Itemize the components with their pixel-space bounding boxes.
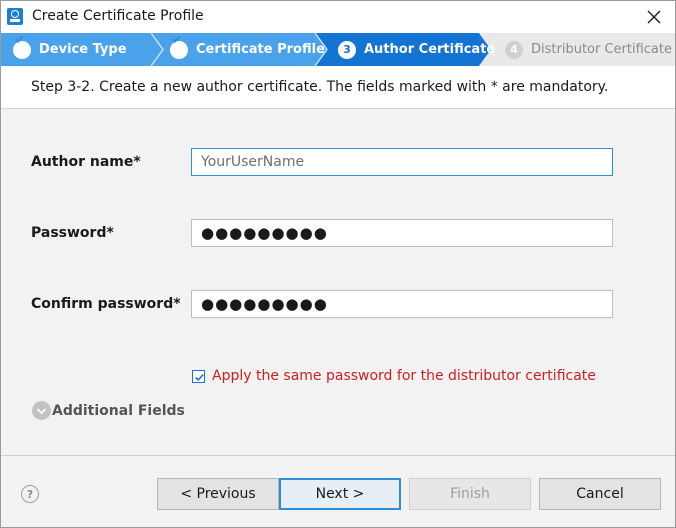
checkmark-circle-icon — [170, 35, 188, 59]
same-password-checkbox-label: Apply the same password for the distribu… — [212, 368, 596, 384]
wizard-step-device-type: Device Type — [13, 33, 127, 66]
close-icon — [647, 10, 661, 24]
same-password-checkbox[interactable] — [192, 369, 205, 383]
certificate-manager-icon — [7, 8, 23, 25]
help-circle-icon[interactable]: ? — [21, 485, 39, 503]
confirm-password-label: Confirm password* — [31, 296, 181, 312]
close-button[interactable] — [641, 4, 667, 30]
password-input[interactable] — [191, 219, 613, 247]
wizard-step-label: Author Certificate — [364, 42, 496, 57]
dialog-window: Create Certificate Profile Device Type C… — [0, 0, 676, 528]
checkmark-circle-icon — [13, 35, 31, 59]
window-title: Create Certificate Profile — [32, 8, 204, 24]
wizard-steps: Device Type Certificate Profile 3 Author… — [1, 33, 675, 66]
previous-button[interactable]: < Previous — [157, 478, 279, 510]
button-bar: ? < Previous Next > Finish Cancel — [1, 455, 675, 527]
checkmark-icon — [195, 373, 204, 381]
wizard-step-label: Certificate Profile — [196, 42, 325, 57]
finish-button: Finish — [409, 478, 531, 510]
confirm-password-input[interactable] — [191, 290, 613, 318]
additional-fields-toggle[interactable]: Additional Fields — [32, 401, 185, 420]
chevron-down-circle-icon — [32, 401, 51, 420]
form-area: Author name* Password* Confirm password*… — [1, 109, 675, 455]
wizard-step-label: Distributor Certificate — [531, 42, 672, 57]
wizard-step-label: Device Type — [39, 42, 127, 57]
wizard-step-certificate-profile: Certificate Profile — [170, 33, 325, 66]
author-name-label: Author name* — [31, 154, 141, 170]
wizard-step-author-certificate: 3 Author Certificate — [338, 33, 495, 66]
same-password-checkbox-row[interactable]: Apply the same password for the distribu… — [192, 368, 596, 384]
step-number-badge: 4 — [505, 40, 523, 59]
additional-fields-label: Additional Fields — [52, 402, 185, 419]
password-label: Password* — [31, 225, 114, 241]
next-button[interactable]: Next > — [279, 478, 401, 510]
instruction-text: Step 3-2. Create a new author certificat… — [31, 79, 609, 95]
wizard-step-distributor-certificate: 4 Distributor Certificate — [505, 33, 672, 66]
author-name-input[interactable] — [191, 148, 613, 176]
title-bar: Create Certificate Profile — [1, 1, 675, 33]
instruction-bar: Step 3-2. Create a new author certificat… — [1, 66, 675, 109]
step-number-badge: 3 — [338, 40, 356, 59]
cancel-button[interactable]: Cancel — [539, 478, 661, 510]
